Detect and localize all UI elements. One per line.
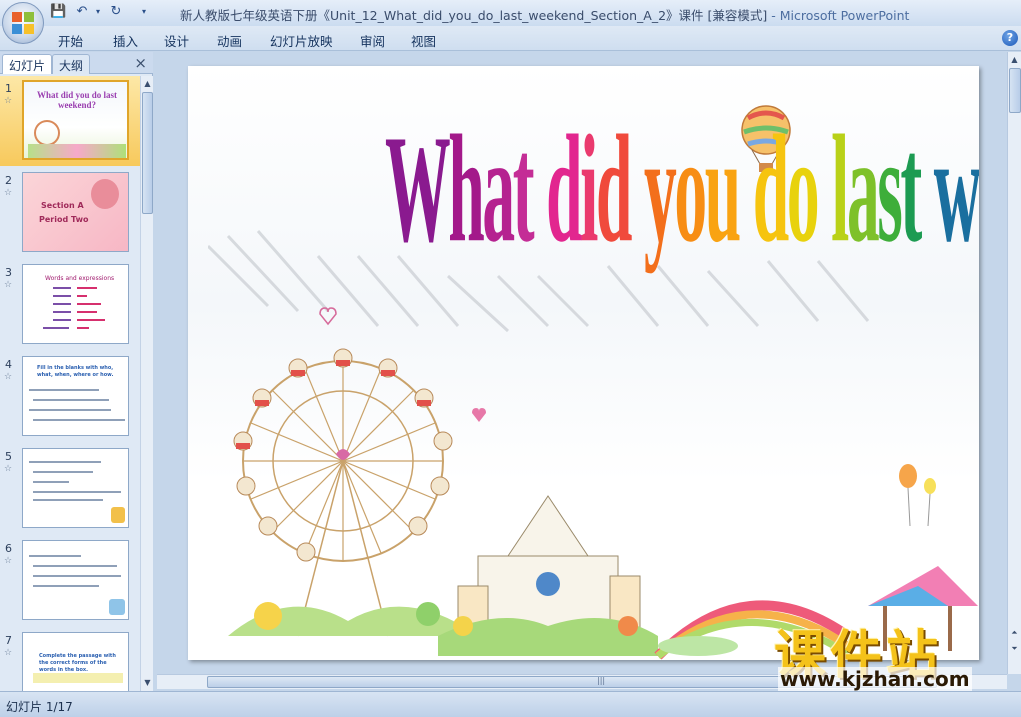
slide-preview: Words and expressions bbox=[22, 264, 129, 344]
title-letter: w bbox=[933, 103, 979, 274]
title-space bbox=[739, 101, 753, 278]
slide-thumbnail-4[interactable]: 4 ☆ Fill in the blanks with who, what, w… bbox=[0, 352, 140, 442]
title-letter: i bbox=[580, 103, 598, 274]
redo-icon[interactable]: ↻ bbox=[108, 4, 124, 20]
scroll-up-icon[interactable]: ▲ bbox=[141, 77, 154, 91]
status-bar: 幻灯片 1/17 bbox=[0, 691, 1021, 717]
title-letter: h bbox=[448, 103, 485, 274]
heart-icon bbox=[319, 307, 337, 326]
slide-number: 5 bbox=[5, 450, 12, 463]
scroll-thumb[interactable] bbox=[1009, 68, 1021, 113]
slide-number: 4 bbox=[5, 358, 12, 371]
transition-star-icon: ☆ bbox=[4, 648, 13, 658]
tab-design[interactable]: 设计 bbox=[164, 31, 189, 50]
slide-preview: What did you do last weekend? bbox=[22, 80, 129, 160]
watermark-url: www.kjzhan.com bbox=[778, 667, 972, 691]
save-icon[interactable]: 💾 bbox=[50, 4, 66, 20]
slide-thumbnail-7[interactable]: 7 ☆ Complete the passage with the correc… bbox=[0, 628, 140, 691]
undo-dropdown-icon[interactable]: ▾ bbox=[90, 4, 106, 20]
tab-view[interactable]: 视图 bbox=[411, 31, 436, 50]
thumbnail-list: 1 ☆ What did you do last weekend? 2 ☆ Se… bbox=[0, 76, 140, 691]
office-logo-icon bbox=[12, 12, 34, 34]
slide-preview: Fill in the blanks with who, what, when,… bbox=[22, 356, 129, 436]
slide-preview: Complete the passage with the correct fo… bbox=[22, 632, 129, 691]
title-letter: u bbox=[704, 103, 742, 274]
thumbnail-scrollbar[interactable]: ▲ ▼ bbox=[140, 76, 153, 691]
thumb-title: Fill in the blanks with who, what, when,… bbox=[37, 365, 114, 378]
tab-review[interactable]: 审阅 bbox=[360, 31, 385, 50]
title-bar: 💾 ↶ ▾ ↻ ▾ 新人教版七年级英语下册《Unit_12_What_did_y… bbox=[0, 0, 1021, 44]
thumb-title: Words and expressions bbox=[45, 275, 115, 282]
transition-star-icon: ☆ bbox=[4, 372, 13, 382]
slide-preview bbox=[22, 540, 129, 620]
title-letter: t bbox=[512, 103, 535, 274]
title-letter: d bbox=[595, 103, 633, 274]
slide-thumbnail-1[interactable]: 1 ☆ What did you do last weekend? bbox=[0, 76, 140, 166]
help-icon[interactable]: ? bbox=[1002, 30, 1018, 46]
slide-number: 6 bbox=[5, 542, 12, 555]
slide-preview bbox=[22, 448, 129, 528]
title-letter: o bbox=[674, 103, 707, 274]
title-space bbox=[817, 101, 831, 278]
slide-workspace: What did you do last weekend? bbox=[157, 52, 1007, 674]
title-letter: a bbox=[482, 103, 515, 274]
grip-icon: ||| bbox=[597, 676, 606, 685]
title-letter: a bbox=[846, 103, 880, 274]
slide-thumbnail-6[interactable]: 6 ☆ bbox=[0, 536, 140, 626]
title-letter: l bbox=[831, 103, 849, 274]
thumb-title: What did you do last weekend? bbox=[36, 90, 118, 110]
slide-scrollbar[interactable]: ▲ ⏶ ⏷ bbox=[1007, 52, 1021, 674]
thumb-title: Complete the passage with the correct fo… bbox=[39, 653, 116, 673]
panel-tabs: 幻灯片 大纲 × bbox=[0, 52, 153, 74]
slide-thumbnail-3[interactable]: 3 ☆ Words and expressions bbox=[0, 260, 140, 350]
balloons-icon bbox=[899, 464, 936, 527]
slide-thumbnail-5[interactable]: 5 ☆ bbox=[0, 444, 140, 534]
title-space bbox=[630, 101, 644, 278]
close-icon[interactable]: × bbox=[134, 54, 147, 72]
transition-star-icon: ☆ bbox=[4, 96, 13, 106]
transition-star-icon: ☆ bbox=[4, 280, 13, 290]
title-letter: t bbox=[900, 103, 922, 274]
heart-icon bbox=[472, 408, 486, 422]
slide-number: 7 bbox=[5, 634, 12, 647]
ribbon-tabs: 开始 插入 设计 动画 幻灯片放映 审阅 视图 ? bbox=[0, 26, 1021, 51]
title-letter: d bbox=[752, 103, 790, 274]
slides-panel: 幻灯片 大纲 × 1 ☆ What did you do last weeken… bbox=[0, 52, 153, 691]
slide-number: 3 bbox=[5, 266, 12, 279]
slide-number: 1 bbox=[5, 82, 12, 95]
watermark-logo: 课件站 www.kjzhan.com bbox=[772, 613, 1007, 693]
office-button[interactable] bbox=[2, 2, 44, 44]
title-letter: s bbox=[877, 103, 903, 274]
customize-toolbar-icon[interactable]: ▾ bbox=[136, 4, 152, 20]
slide-thumbnail-2[interactable]: 2 ☆ Section A Period Two bbox=[0, 168, 140, 258]
slide-counter: 幻灯片 1/17 bbox=[6, 700, 73, 714]
scroll-thumb[interactable] bbox=[142, 92, 153, 214]
thumb-text: Section A bbox=[41, 201, 84, 210]
transition-star-icon: ☆ bbox=[4, 464, 13, 474]
window-title: 新人教版七年级英语下册《Unit_12_What_did_you_do_last… bbox=[180, 8, 910, 23]
tab-slides[interactable]: 幻灯片 bbox=[2, 54, 53, 74]
title-space bbox=[920, 101, 934, 278]
title-letter: y bbox=[643, 103, 677, 274]
tab-slideshow[interactable]: 幻灯片放映 bbox=[270, 31, 333, 50]
title-letter: d bbox=[546, 103, 583, 274]
title-letter: W bbox=[385, 103, 451, 274]
slide-number: 2 bbox=[5, 174, 12, 187]
tab-animations[interactable]: 动画 bbox=[217, 31, 242, 50]
undo-icon[interactable]: ↶ bbox=[74, 4, 90, 20]
title-letter: o bbox=[786, 103, 820, 274]
previous-slide-icon[interactable]: ⏶ bbox=[1008, 626, 1021, 640]
thumb-text: Period Two bbox=[39, 215, 89, 224]
tab-insert[interactable]: 插入 bbox=[113, 31, 138, 50]
slide-preview: Section A Period Two bbox=[22, 172, 129, 252]
tab-home[interactable]: 开始 bbox=[58, 31, 83, 50]
next-slide-icon[interactable]: ⏷ bbox=[1008, 642, 1021, 656]
scroll-down-icon[interactable]: ▼ bbox=[141, 676, 154, 690]
slide-canvas[interactable]: What did you do last weekend? bbox=[188, 66, 979, 660]
transition-star-icon: ☆ bbox=[4, 188, 13, 198]
scroll-up-icon[interactable]: ▲ bbox=[1008, 53, 1021, 67]
tab-outline[interactable]: 大纲 bbox=[52, 54, 91, 74]
title-space bbox=[532, 101, 546, 278]
transition-star-icon: ☆ bbox=[4, 556, 13, 566]
